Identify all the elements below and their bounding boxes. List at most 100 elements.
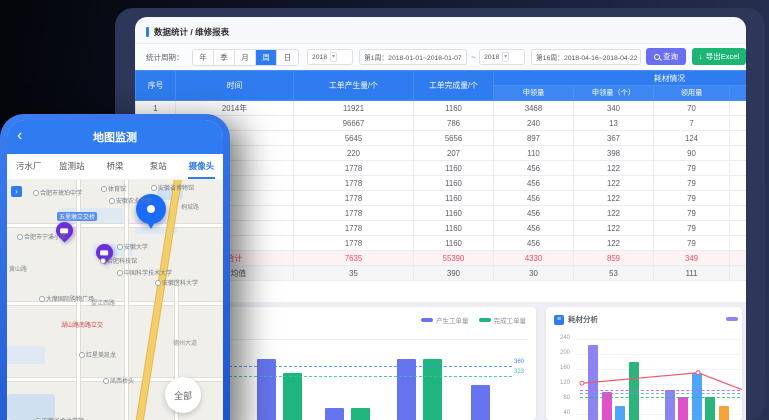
value-cell: 13 (574, 116, 654, 131)
legend-item: 完成工单量 (479, 315, 527, 325)
map-label: 桐城路 (181, 202, 199, 211)
map-label: 安徽农业大学 (109, 196, 152, 205)
period-option[interactable]: 季 (214, 50, 235, 65)
value-cell: 786 (414, 116, 494, 131)
value-cell: 7 (654, 116, 730, 131)
query-button[interactable]: 查询 (646, 48, 686, 65)
value-cell: 207 (414, 146, 494, 161)
value-cell: 129 (730, 131, 747, 146)
value-cell: 7635 (294, 251, 414, 266)
period-option[interactable]: 周 (256, 50, 277, 65)
range-tilde: ~ (471, 53, 476, 62)
show-all-button[interactable]: 全部 (165, 377, 201, 413)
tab-监测站[interactable]: 监测站 (50, 154, 93, 179)
value-cell: 240 (494, 116, 574, 131)
value-cell: 1160 (414, 206, 494, 221)
value-cell: 1778 (294, 221, 414, 236)
period-option[interactable]: 年 (193, 50, 214, 65)
breadcrumb: 数据统计 / 维修报表 (146, 25, 229, 39)
period-option[interactable]: 月 (235, 50, 256, 65)
reference-label: 360 (514, 359, 524, 365)
value-cell: 650 (730, 116, 747, 131)
value-cell: 79 (654, 236, 730, 251)
value-cell: 122 (574, 206, 654, 221)
year-end-select[interactable]: 2018▾ (479, 49, 525, 65)
calendar-icon: ▾ (502, 52, 509, 62)
map-label: 五里墩立交桥 (57, 212, 97, 221)
value-cell: 456 (494, 161, 574, 176)
value-cell: 1160 (414, 176, 494, 191)
map-label: 安徽医科大学 (155, 278, 198, 287)
value-cell: 79 (654, 206, 730, 221)
bar-产生工单量 (257, 359, 276, 420)
map-label: 体育馆 (101, 184, 126, 193)
period-option[interactable]: 日 (277, 50, 298, 65)
value-cell: 1778 (294, 161, 414, 176)
value-cell: 67 (730, 221, 747, 236)
tab-摄像头[interactable]: 摄像头 (180, 154, 223, 179)
map-label: 安徽大学 (117, 242, 148, 251)
value-cell: 5656 (414, 131, 494, 146)
sub-column-header: 金额 (730, 86, 747, 101)
value-cell: 122 (574, 221, 654, 236)
value-cell: 79 (654, 176, 730, 191)
value-cell: 124 (654, 131, 730, 146)
value-cell: 220 (294, 146, 414, 161)
group-header: 耗材情况 (494, 71, 747, 86)
sub-column-header: 领用量 (654, 86, 730, 101)
tab-桥梁[interactable]: 桥梁 (93, 154, 136, 179)
week-range-start-input[interactable]: 第1周：2018-01-01~2018-01-07 (359, 49, 467, 65)
sub-column-header: 申领量（个） (574, 86, 654, 101)
value-cell: 79 (654, 221, 730, 236)
value-cell: 122 (574, 176, 654, 191)
value-cell: 67 (730, 206, 747, 221)
export-excel-button[interactable]: ↓ 导出Excel (692, 48, 746, 65)
value-cell: 1778 (294, 191, 414, 206)
chart-legend: 产生工单量 完成工单量 (421, 315, 526, 325)
bar-完成工单量 (351, 408, 370, 420)
phone-screen: ‹ 地图监测 污水厂监测站桥梁泵站摄像头 › (7, 120, 223, 420)
value-cell: 67 (730, 176, 747, 191)
map-label: 中国科学技术大学 (117, 268, 172, 277)
value-cell: 96667 (294, 116, 414, 131)
value-cell: 390 (414, 266, 494, 281)
map-label: 红星美凯龙 (79, 350, 116, 359)
expand-panel-icon[interactable]: › (11, 186, 22, 197)
legend-label: 产生工单量 (436, 315, 469, 325)
value-cell: 11921 (294, 101, 414, 116)
phone-title: 地图监测 (93, 129, 137, 145)
download-icon: ↓ (699, 52, 703, 61)
trend-line (546, 307, 742, 420)
bar-产生工单量 (471, 385, 490, 420)
value-cell: 897 (494, 131, 574, 146)
map-label: 安徽省博物馆 (151, 183, 194, 192)
map-view[interactable]: › 全部 合肥市琥珀中学体育馆安徽省博物馆安徽农业大学桐城路五里墩立交桥合肥市宁… (7, 180, 223, 420)
value-cell: 67 (730, 191, 747, 206)
week-range-end-input[interactable]: 第16周：2018-04-16~2018-04-22 (531, 49, 641, 65)
value-cell: 110 (494, 146, 574, 161)
value-cell: 122 (574, 161, 654, 176)
screenshot-stage: 数据统计 / 维修报表 统计周期： 年季月周日 2018▾ 第1周：2018-0… (0, 0, 769, 420)
phone-tab-bar: 污水厂监测站桥梁泵站摄像头 (7, 154, 223, 180)
legend-swatch (421, 318, 433, 322)
tab-泵站[interactable]: 泵站 (137, 154, 180, 179)
map-label: 湖山路南路立交 (61, 320, 103, 329)
phone-header: ‹ 地图监测 (7, 120, 223, 154)
map-label: 合肥市宁溪小学 (17, 232, 66, 241)
value-cell: 456 (494, 206, 574, 221)
legend-label: 完成工单量 (494, 315, 527, 325)
back-icon[interactable]: ‹ (17, 126, 22, 146)
map-label: 安徽省会计学院 (35, 416, 84, 420)
tab-污水厂[interactable]: 污水厂 (7, 154, 50, 179)
phone-mockup: ‹ 地图监测 污水厂监测站桥梁泵站摄像头 › (0, 114, 230, 420)
value-cell: 859 (574, 251, 654, 266)
value-cell: 111 (654, 266, 730, 281)
value-cell: 35 (294, 266, 414, 281)
bar-产生工单量 (397, 359, 416, 420)
value-cell: 79 (654, 191, 730, 206)
year-start-select[interactable]: 2018▾ (307, 49, 353, 65)
calendar-icon: ▾ (330, 52, 337, 62)
search-icon (654, 54, 660, 60)
value-cell: 456 (494, 176, 574, 191)
map-label: 凤西桥头 (103, 376, 134, 385)
